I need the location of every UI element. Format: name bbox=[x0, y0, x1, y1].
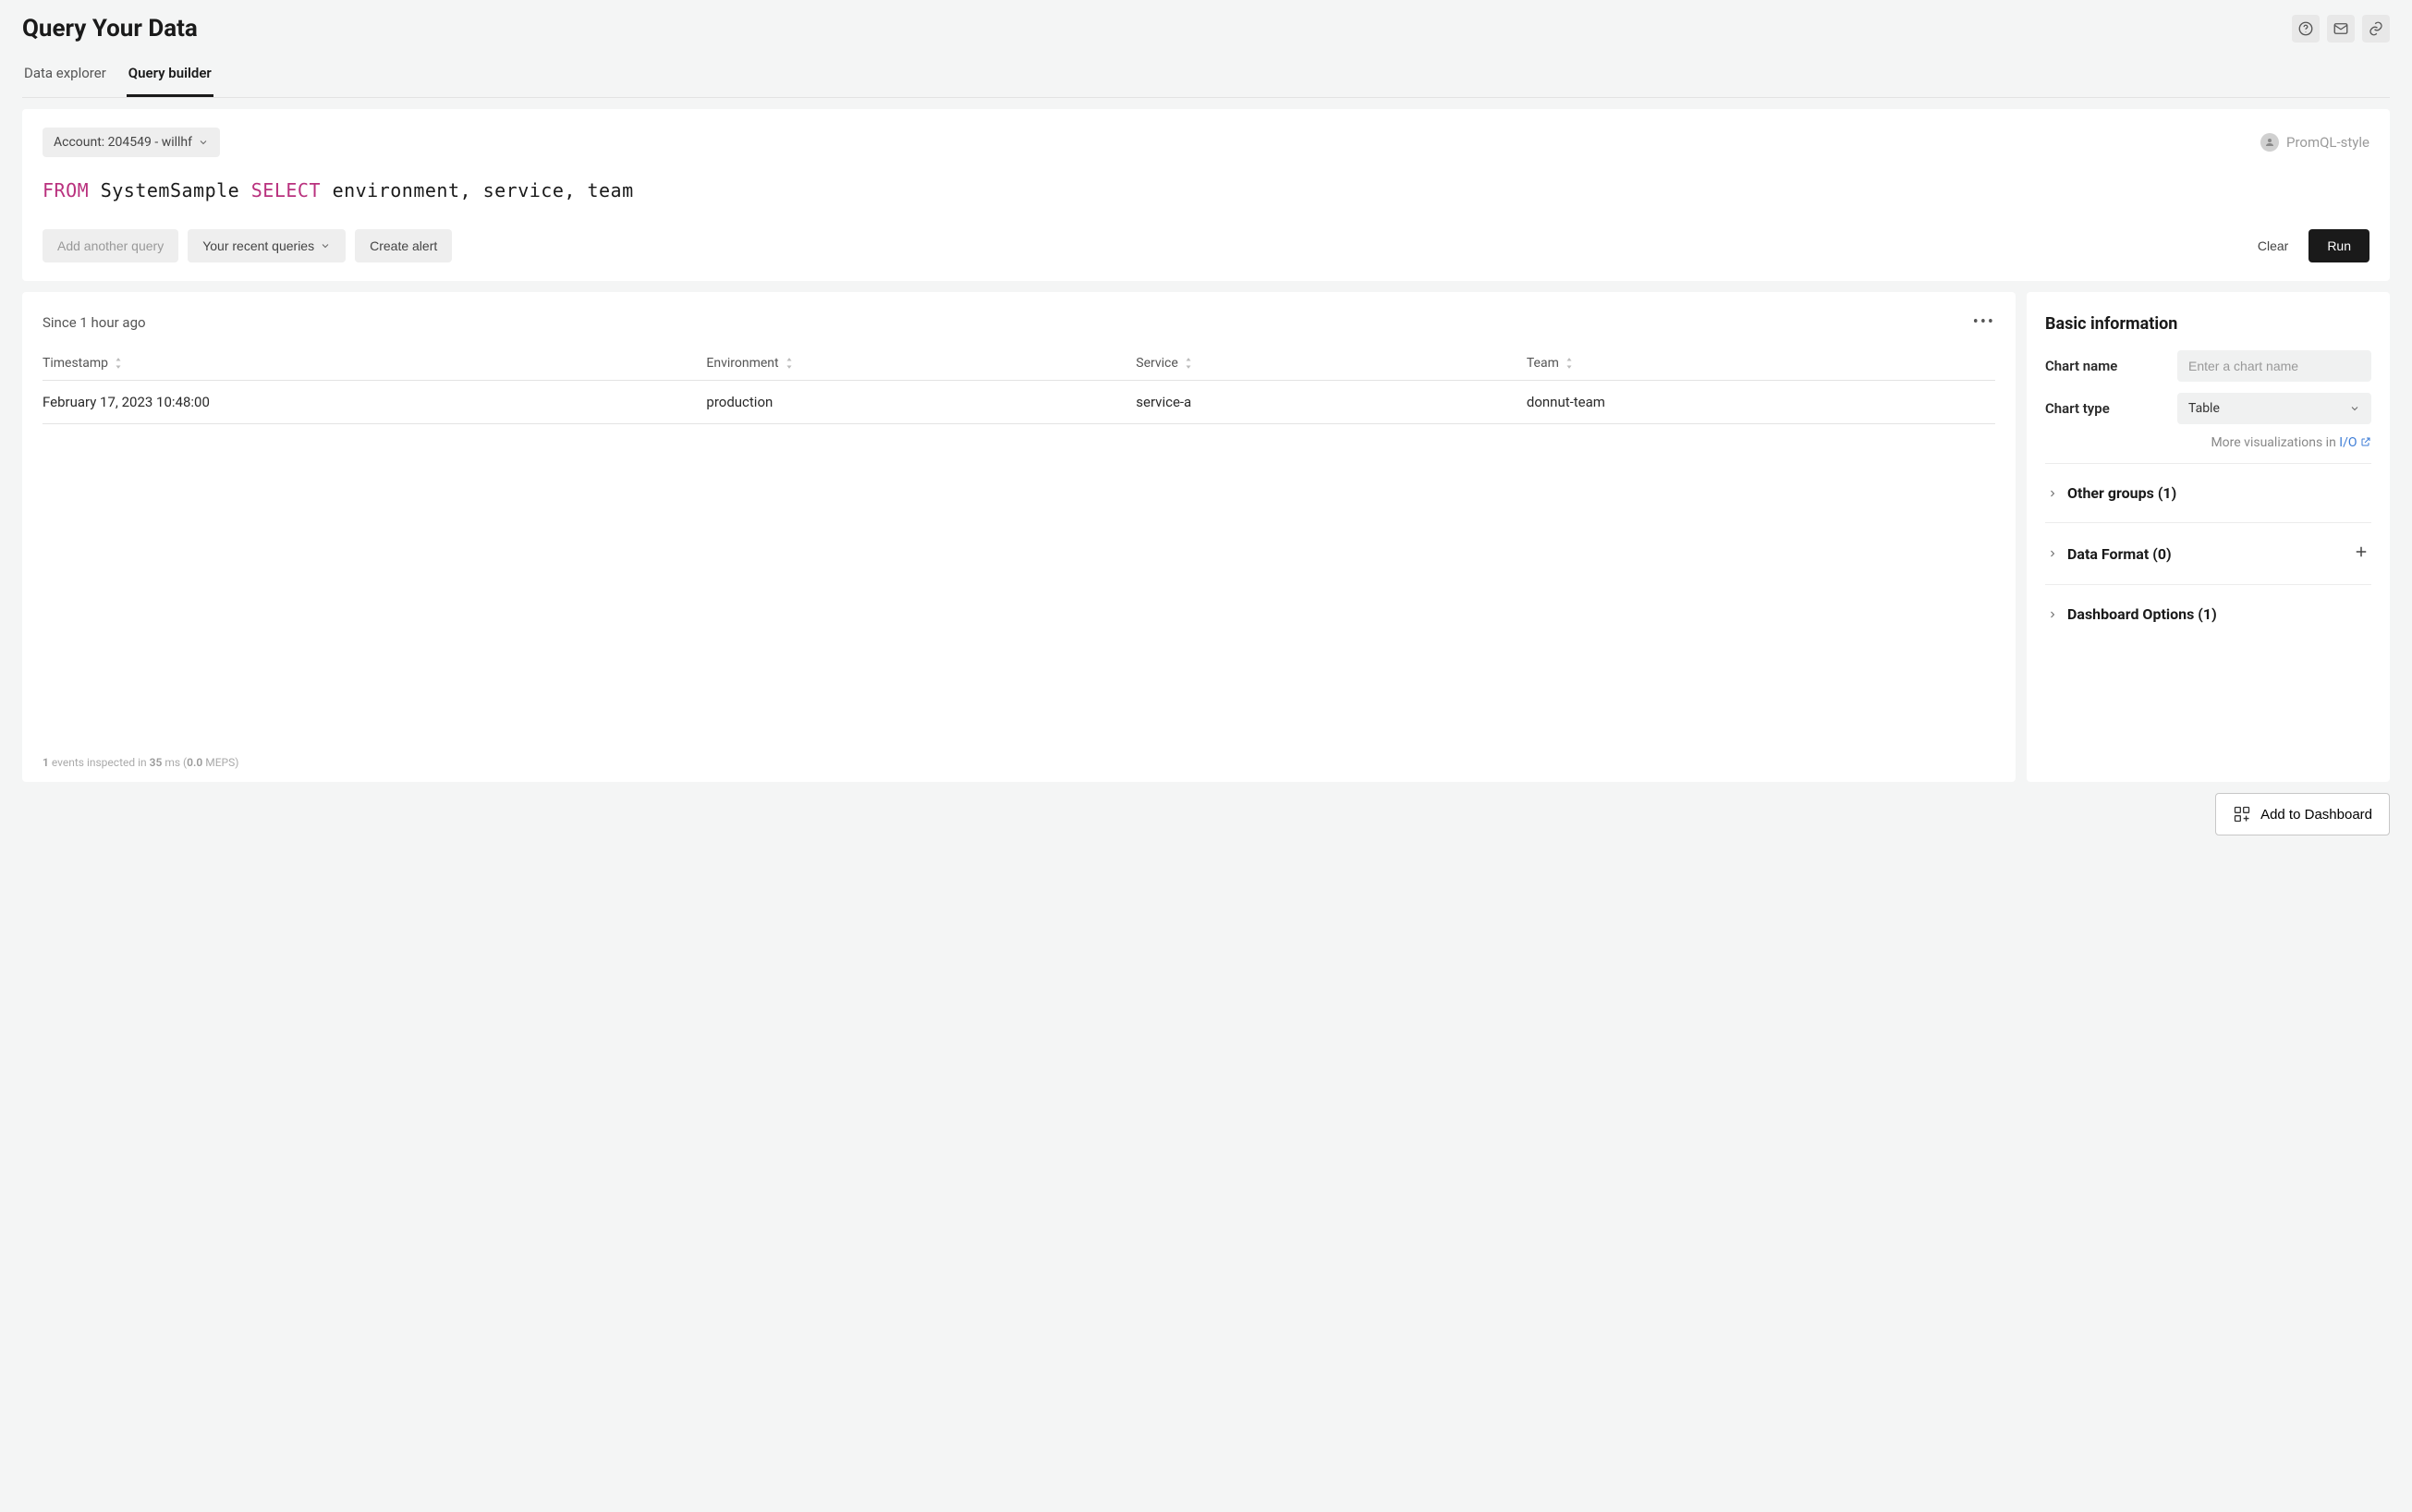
add-query-button[interactable]: Add another query bbox=[43, 229, 178, 262]
cell-team: donnut-team bbox=[1527, 381, 1995, 424]
sort-icon bbox=[114, 357, 123, 370]
chevron-right-icon bbox=[2047, 548, 2058, 559]
chart-name-label: Chart name bbox=[2045, 358, 2117, 374]
footer-text: events inspected in bbox=[49, 756, 150, 769]
query-table: SystemSample bbox=[101, 179, 240, 201]
recent-queries-button[interactable]: Your recent queries bbox=[188, 229, 346, 262]
column-header-environment[interactable]: Environment bbox=[706, 347, 1136, 381]
chart-type-label: Chart type bbox=[2045, 400, 2110, 417]
cell-timestamp: February 17, 2023 10:48:00 bbox=[43, 381, 706, 424]
header-actions bbox=[2292, 15, 2390, 43]
create-alert-button[interactable]: Create alert bbox=[355, 229, 452, 262]
accordion-data-format[interactable]: Data Format (0) bbox=[2045, 523, 2371, 585]
chevron-right-icon bbox=[2047, 609, 2058, 620]
plus-icon[interactable] bbox=[2353, 543, 2369, 564]
since-label: Since 1 hour ago bbox=[43, 314, 146, 331]
footer-ms: 35 bbox=[150, 756, 163, 769]
table-row[interactable]: February 17, 2023 10:48:00 production se… bbox=[43, 381, 1995, 424]
page-title: Query Your Data bbox=[22, 15, 198, 43]
sort-icon bbox=[1565, 357, 1574, 370]
recent-queries-label: Your recent queries bbox=[202, 238, 314, 253]
mail-icon[interactable] bbox=[2327, 15, 2355, 43]
accordion-title: Dashboard Options (1) bbox=[2067, 605, 2217, 623]
cell-environment: production bbox=[706, 381, 1136, 424]
results-footer: 1 events inspected in 35 ms (0.0 MEPS) bbox=[43, 756, 1995, 769]
column-header-team[interactable]: Team bbox=[1527, 347, 1995, 381]
tab-query-builder[interactable]: Query builder bbox=[127, 55, 213, 97]
more-viz-label: More visualizations in bbox=[2211, 435, 2339, 450]
query-fields: environment, service, team bbox=[333, 179, 634, 201]
keyword-from: FROM bbox=[43, 179, 89, 201]
add-to-dashboard-label: Add to Dashboard bbox=[2260, 807, 2372, 823]
query-string[interactable]: FROM SystemSample SELECT environment, se… bbox=[43, 177, 2369, 203]
more-icon[interactable]: ••• bbox=[1973, 312, 1995, 332]
keyword-select: SELECT bbox=[251, 179, 321, 201]
style-badge: PromQL-style bbox=[2260, 133, 2369, 152]
chart-name-input[interactable] bbox=[2177, 350, 2371, 382]
accordion-title: Other groups (1) bbox=[2067, 484, 2176, 502]
clear-button[interactable]: Clear bbox=[2243, 229, 2303, 262]
io-link-label: I/O bbox=[2339, 435, 2357, 450]
footer-events-count: 1 bbox=[43, 756, 49, 769]
link-icon[interactable] bbox=[2362, 15, 2390, 43]
run-button[interactable]: Run bbox=[2308, 229, 2369, 262]
footer-text: MEPS) bbox=[202, 756, 238, 769]
accordion-other-groups[interactable]: Other groups (1) bbox=[2045, 464, 2371, 523]
chevron-right-icon bbox=[2047, 488, 2058, 499]
tabs: Data explorer Query builder bbox=[22, 55, 2390, 98]
column-label: Environment bbox=[706, 356, 778, 371]
footer-meps: 0.0 bbox=[187, 756, 202, 769]
dashboard-plus-icon bbox=[2233, 805, 2251, 823]
sort-icon bbox=[785, 357, 794, 370]
column-header-service[interactable]: Service bbox=[1136, 347, 1527, 381]
chevron-down-icon bbox=[2349, 403, 2360, 414]
column-label: Service bbox=[1136, 356, 1178, 371]
cell-service: service-a bbox=[1136, 381, 1527, 424]
help-icon[interactable] bbox=[2292, 15, 2320, 43]
chart-type-select[interactable]: Table bbox=[2177, 393, 2371, 424]
chevron-down-icon bbox=[320, 240, 331, 251]
results-table: Timestamp Environment bbox=[43, 347, 1995, 424]
io-link[interactable]: I/O bbox=[2339, 435, 2371, 450]
account-selector[interactable]: Account: 204549 - willhf bbox=[43, 128, 220, 157]
column-header-timestamp[interactable]: Timestamp bbox=[43, 347, 706, 381]
account-label: Account: 204549 - willhf bbox=[54, 135, 192, 150]
footer-text: ms ( bbox=[162, 756, 187, 769]
tab-data-explorer[interactable]: Data explorer bbox=[22, 55, 108, 97]
accordion-title: Data Format (0) bbox=[2067, 545, 2172, 563]
basic-info-title: Basic information bbox=[2045, 314, 2371, 334]
column-label: Team bbox=[1527, 356, 1559, 371]
chevron-down-icon bbox=[198, 137, 209, 148]
column-label: Timestamp bbox=[43, 356, 108, 371]
accordion-dashboard-options[interactable]: Dashboard Options (1) bbox=[2045, 585, 2371, 643]
style-label: PromQL-style bbox=[2286, 134, 2369, 151]
add-to-dashboard-button[interactable]: Add to Dashboard bbox=[2215, 793, 2390, 835]
sort-icon bbox=[1184, 357, 1193, 370]
external-link-icon bbox=[2360, 436, 2371, 447]
avatar-icon bbox=[2260, 133, 2279, 152]
chart-type-value: Table bbox=[2188, 401, 2220, 416]
more-viz-text: More visualizations in I/O bbox=[2045, 435, 2371, 450]
